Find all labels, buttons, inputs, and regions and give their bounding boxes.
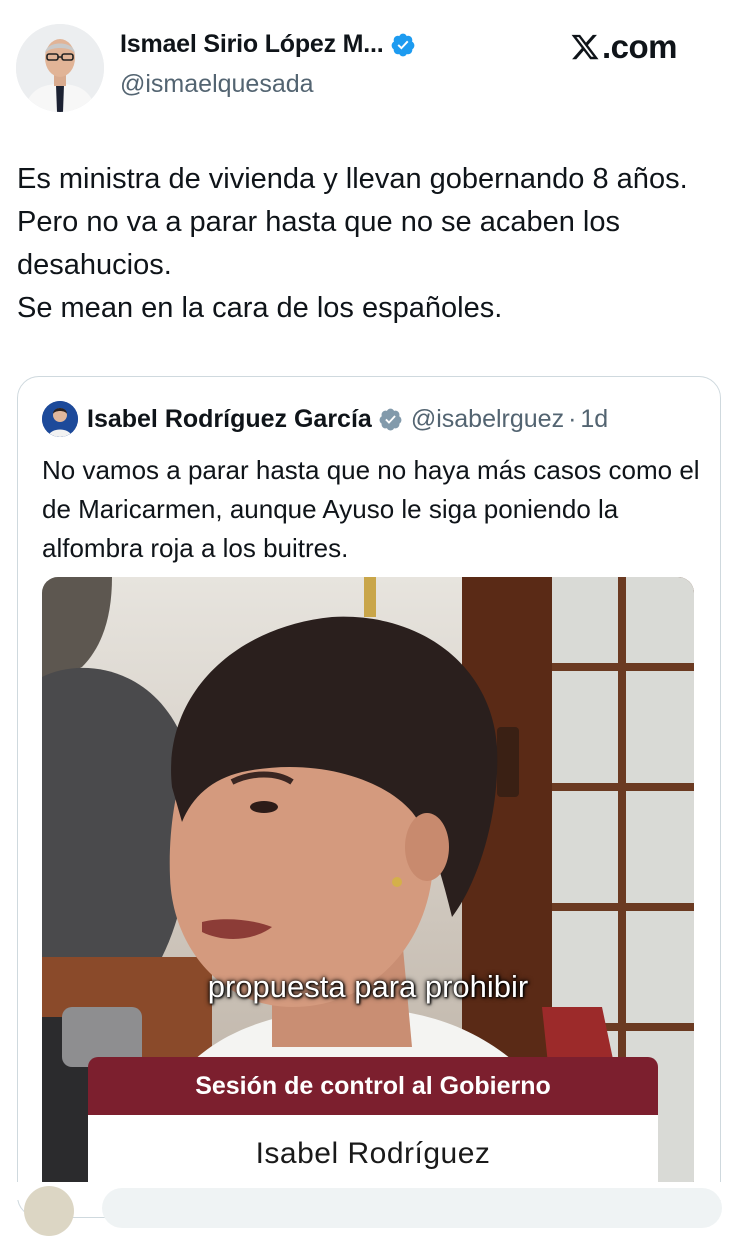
quoted-display-name[interactable]: Isabel Rodríguez García <box>87 405 372 434</box>
quoted-tweet-text: No vamos a parar hasta que no haya más c… <box>42 455 700 563</box>
quoted-tweet-header: Isabel Rodríguez García @isabelrguez · 1… <box>42 401 608 437</box>
reply-input-pill[interactable] <box>102 1188 722 1228</box>
quoted-tweet[interactable]: Isabel Rodríguez García @isabelrguez · 1… <box>17 376 721 1218</box>
separator-dot: · <box>568 404 577 433</box>
lower-third-title: Sesión de control al Gobierno <box>88 1057 658 1115</box>
author-display-name[interactable]: Ismael Sirio López M... <box>120 30 384 59</box>
tweet-text: Es ministra de vivienda y llevan goberna… <box>17 163 688 324</box>
reply-avatar[interactable] <box>24 1186 74 1236</box>
x-logo-icon <box>571 34 599 60</box>
quoted-handle[interactable]: @isabelrguez <box>411 405 564 434</box>
tweet-header: Ismael Sirio López M... @ismaelquesada .… <box>0 0 737 130</box>
quoted-timestamp[interactable]: 1d <box>580 405 608 434</box>
verified-badge-icon <box>391 33 414 56</box>
video-thumbnail[interactable]: propuesta para prohibir Sesión de contro… <box>42 577 694 1197</box>
author-name-row: Ismael Sirio López M... <box>120 30 416 59</box>
author-avatar[interactable] <box>16 24 104 112</box>
quoted-author-avatar[interactable] <box>42 401 78 437</box>
verified-badge-icon <box>379 408 402 430</box>
video-subtitle: propuesta para prohibir <box>207 969 529 1004</box>
brand-domain: .com <box>602 28 678 65</box>
author-handle[interactable]: @ismaelquesada <box>120 70 314 99</box>
brand-label: .com <box>570 28 678 66</box>
